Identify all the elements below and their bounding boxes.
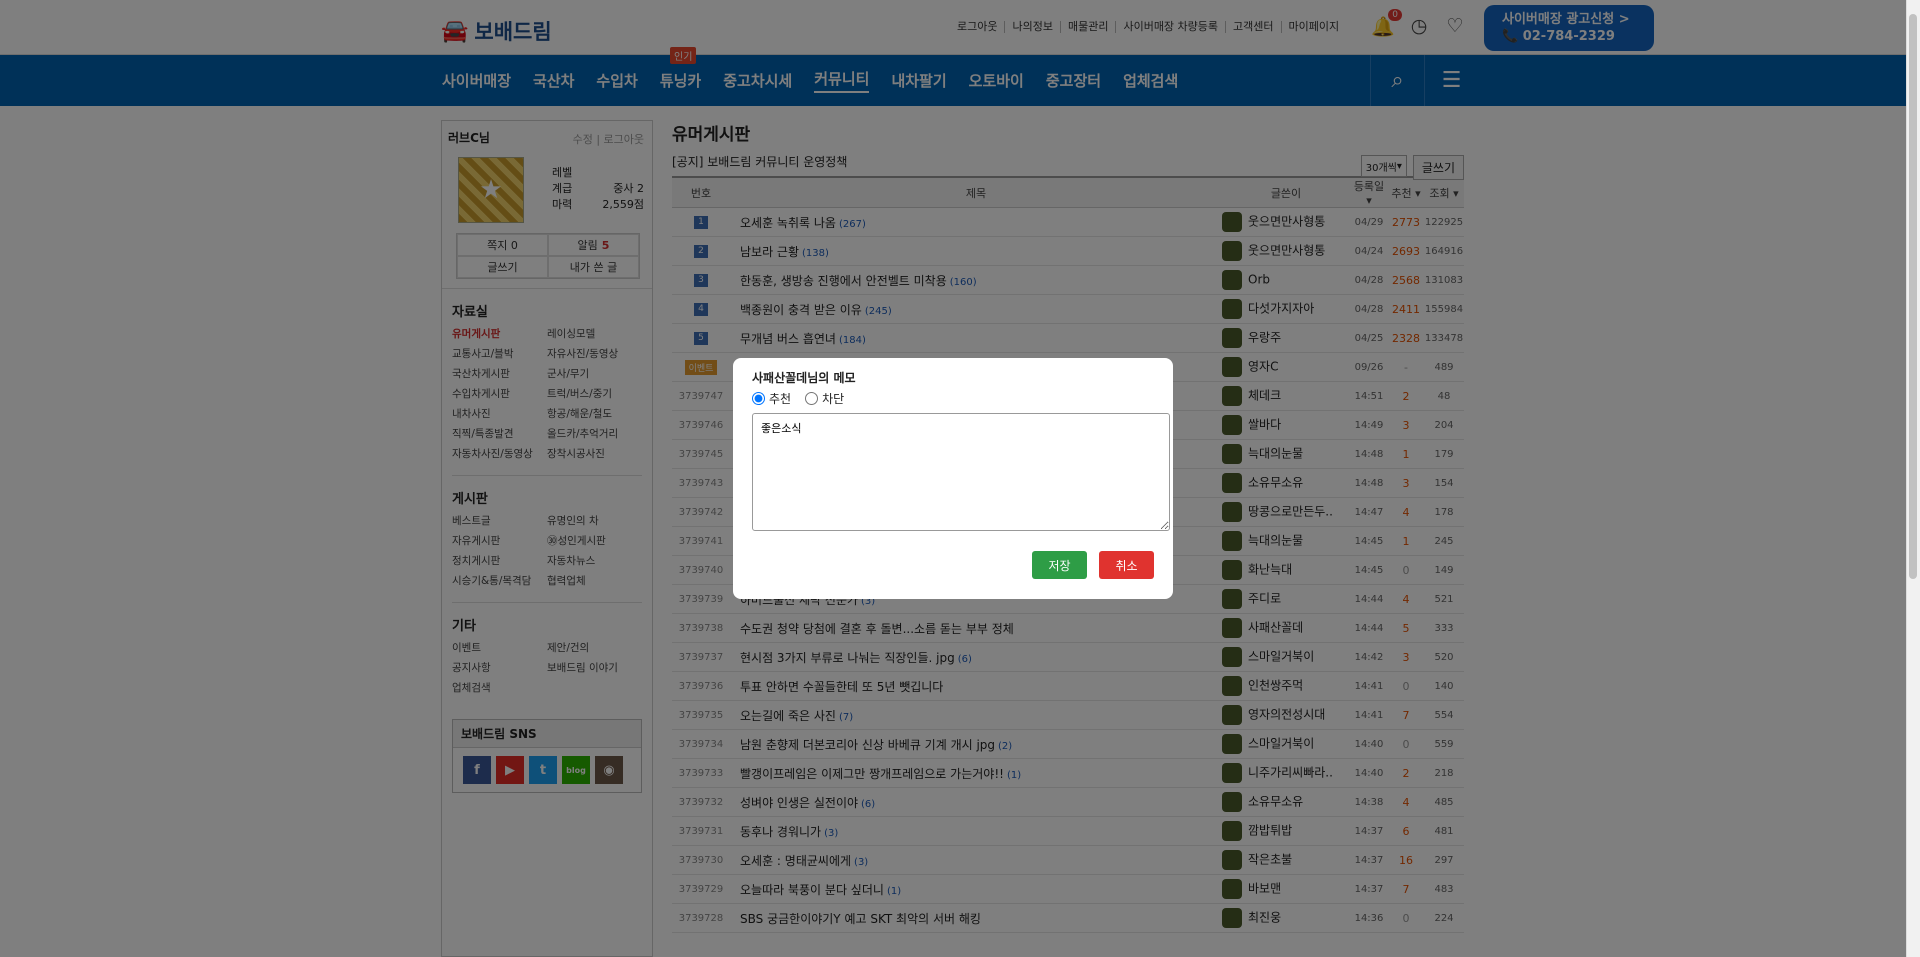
recommend-radio[interactable]: 추천 [752,390,791,407]
scrollbar[interactable] [1906,0,1920,957]
recommend-radio-input[interactable] [752,392,765,405]
memo-modal: 사패산꼴데님의 메모 추천 차단 좋은소식 저장 취소 [733,358,1173,599]
block-radio[interactable]: 차단 [805,390,844,407]
block-label: 차단 [822,392,845,406]
recommend-label: 추천 [769,392,792,406]
cancel-button[interactable]: 취소 [1099,551,1154,579]
scrollbar-thumb[interactable] [1909,14,1917,579]
save-button[interactable]: 저장 [1032,551,1087,579]
block-radio-input[interactable] [805,392,819,405]
modal-title: 사패산꼴데님의 메모 [752,371,856,385]
memo-textarea[interactable]: 좋은소식 [752,413,1170,531]
